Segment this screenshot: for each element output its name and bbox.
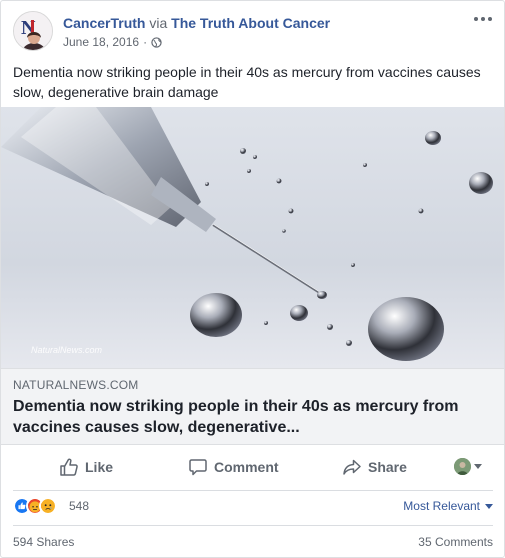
- shares-count[interactable]: 594 Shares: [13, 535, 74, 549]
- link-preview-card[interactable]: NaturalNews.com NATURALNEWS.COM Dementia…: [1, 107, 504, 445]
- reaction-as-selector[interactable]: [454, 458, 482, 475]
- comment-label: Comment: [214, 459, 279, 475]
- comment-bubble-icon: [189, 459, 207, 476]
- share-button[interactable]: Share: [342, 452, 407, 482]
- action-bar: Like Comment Share: [13, 452, 493, 482]
- link-caption[interactable]: NATURALNEWS.COM Dementia now striking pe…: [1, 368, 504, 445]
- chevron-down-icon: [474, 464, 482, 469]
- post-meta: June 18, 2016 ·: [63, 34, 162, 50]
- divider: [13, 490, 493, 491]
- post-author-line: CancerTruth via The Truth About Cancer: [63, 14, 330, 32]
- globe-icon[interactable]: [151, 36, 162, 48]
- link-title[interactable]: Dementia now striking people in their 40…: [13, 396, 493, 438]
- share-arrow-icon: [343, 459, 361, 475]
- reactions-summary: 548 Most Relevant: [13, 495, 493, 517]
- comment-button[interactable]: Comment: [188, 452, 279, 482]
- share-label: Share: [368, 459, 407, 475]
- thumbs-up-icon: [60, 458, 78, 476]
- post-message: Dementia now striking people in their 40…: [13, 64, 481, 100]
- dot: [488, 17, 492, 21]
- meta-separator: ·: [143, 35, 148, 49]
- user-avatar-image: [454, 458, 471, 475]
- page-link[interactable]: The Truth About Cancer: [171, 15, 330, 31]
- chevron-down-icon: [485, 503, 493, 509]
- post-date[interactable]: June 18, 2016: [63, 34, 139, 50]
- link-domain: NATURALNEWS.COM: [13, 378, 139, 392]
- reaction-icons[interactable]: [13, 497, 57, 515]
- reaction-count[interactable]: 548: [69, 499, 89, 513]
- more-options-icon[interactable]: [473, 13, 493, 25]
- dot: [474, 17, 478, 21]
- page-avatar-image: N: [14, 12, 52, 50]
- syringe-mercury-photo: NaturalNews.com: [1, 107, 504, 368]
- sort-label: Most Relevant: [403, 499, 480, 513]
- feed-post: N CancerTruth via The Truth About Cancer…: [0, 0, 505, 558]
- dot: [481, 17, 485, 21]
- user-avatar: [454, 458, 471, 475]
- post-header: N CancerTruth via The Truth About Cancer…: [13, 11, 493, 51]
- image-watermark: NaturalNews.com: [31, 345, 103, 355]
- author-link[interactable]: CancerTruth: [63, 15, 145, 31]
- like-button[interactable]: Like: [59, 452, 113, 482]
- divider: [13, 525, 493, 526]
- comments-count[interactable]: 35 Comments: [418, 535, 493, 549]
- page-avatar[interactable]: N: [13, 11, 53, 51]
- via-text: via: [149, 15, 168, 31]
- comment-sort-dropdown[interactable]: Most Relevant: [403, 499, 493, 513]
- post-stats: 594 Shares 35 Comments: [13, 535, 493, 553]
- sad-reaction-icon: [39, 497, 57, 515]
- link-preview-image[interactable]: NaturalNews.com: [1, 107, 504, 368]
- like-label: Like: [85, 459, 114, 475]
